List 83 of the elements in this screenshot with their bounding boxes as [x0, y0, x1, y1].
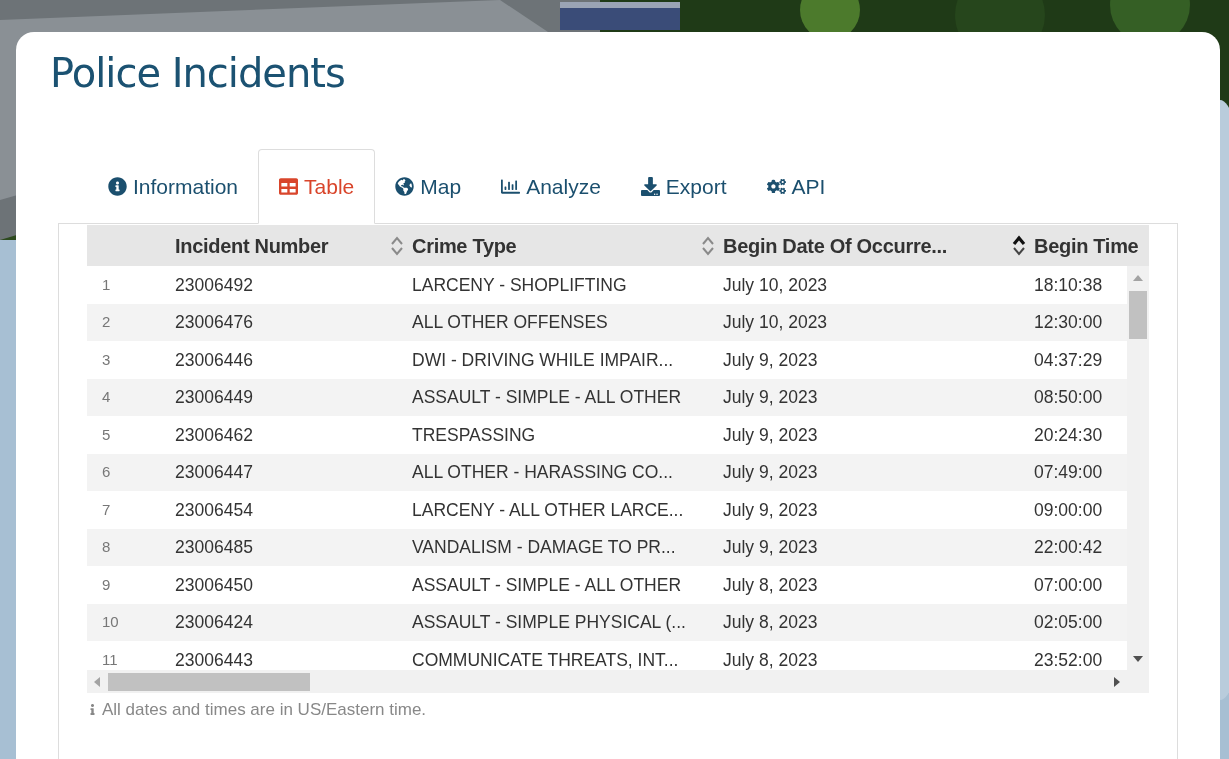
table-cell: 07:00:00	[1034, 574, 1103, 595]
scrollbar-thumb[interactable]	[1129, 291, 1147, 339]
table-cell: 23006443	[175, 649, 253, 670]
download-icon	[640, 177, 660, 196]
table-icon	[279, 177, 299, 196]
column-header[interactable]: Crime Type	[412, 230, 517, 261]
footnote: All dates and times are in US/Eastern time.	[102, 699, 427, 721]
table-cell: ALL OTHER OFFENSES	[412, 312, 608, 333]
table-cell: ASSAULT - SIMPLE PHYSICAL (...	[412, 612, 686, 633]
table-cell: 23006450	[175, 574, 253, 595]
row-number: 5	[102, 425, 111, 443]
table-cell: July 9, 2023	[723, 387, 818, 408]
table-cell: 23006449	[175, 387, 253, 408]
table-cell: 23006476	[175, 312, 253, 333]
scroll-left-icon[interactable]	[94, 676, 100, 687]
scroll-up-icon[interactable]	[1133, 275, 1143, 281]
row-number: 1	[102, 275, 111, 293]
tab[interactable]: Table	[258, 149, 376, 224]
table-cell: DWI - DRIVING WHILE IMPAIR...	[412, 349, 674, 370]
info-icon	[87, 704, 98, 716]
table-cell: July 9, 2023	[723, 424, 818, 445]
table-cell: 02:05:00	[1034, 612, 1103, 633]
row-number: 6	[102, 463, 111, 481]
table-cell: ALL OTHER - HARASSING CO...	[412, 462, 673, 483]
table-cell: COMMUNICATE THREATS, INT...	[412, 649, 679, 670]
tab[interactable]: Export	[620, 149, 747, 224]
table-cell: 23:52:00	[1034, 649, 1103, 670]
vertical-scrollbar[interactable]	[1127, 266, 1149, 670]
row-number: 11	[102, 650, 118, 668]
table-cell: 09:00:00	[1034, 499, 1103, 520]
bar-chart-icon	[501, 177, 521, 196]
table-cell: TRESPASSING	[412, 424, 536, 445]
table-cell: July 8, 2023	[723, 612, 818, 633]
table-cell: 23006447	[175, 462, 253, 483]
table-cell: 18:10:38	[1034, 274, 1103, 295]
table-cell: July 8, 2023	[723, 649, 818, 670]
gears-icon	[766, 177, 786, 196]
table-cell: 23006446	[175, 349, 253, 370]
info-icon	[108, 177, 127, 196]
table-cell: VANDALISM - DAMAGE TO PR...	[412, 537, 676, 558]
row-number: 4	[102, 388, 111, 406]
horizontal-scrollbar[interactable]	[87, 670, 1149, 693]
table-cell: July 9, 2023	[723, 462, 818, 483]
row-number: 8	[102, 538, 111, 556]
table-cell: July 9, 2023	[723, 349, 818, 370]
table-cell: 08:50:00	[1034, 387, 1103, 408]
globe-icon	[395, 177, 415, 196]
tab[interactable]: Map	[375, 149, 482, 224]
sort-icon[interactable]	[1012, 234, 1026, 257]
table-cell: July 9, 2023	[723, 499, 818, 520]
table-cell: 04:37:29	[1034, 349, 1103, 370]
row-number: 10	[102, 613, 119, 631]
table-cell: ASSAULT - SIMPLE - ALL OTHER	[412, 387, 682, 408]
table-cell: LARCENY - ALL OTHER LARCE...	[412, 499, 684, 520]
column-header[interactable]: Begin Date Of Occurre...	[723, 230, 947, 261]
tab[interactable]: API	[746, 149, 846, 224]
table-cell: 22:00:42	[1034, 537, 1103, 558]
row-number: 3	[102, 350, 111, 368]
column-header[interactable]: Begin Time	[1034, 230, 1139, 261]
tab[interactable]: Information	[88, 149, 259, 224]
tab[interactable]: Analyze	[481, 149, 621, 224]
table-cell: 23006454	[175, 499, 253, 520]
page-title: Police Incidents	[50, 49, 346, 98]
scroll-right-icon[interactable]	[1114, 676, 1120, 687]
table-cell: 12:30:00	[1034, 312, 1103, 333]
table-cell: 23006424	[175, 612, 253, 633]
table-cell: July 8, 2023	[723, 574, 818, 595]
row-number: 7	[102, 500, 111, 518]
table-cell: July 10, 2023	[723, 274, 828, 295]
row-number: 2	[102, 313, 111, 331]
table-cell: 20:24:30	[1034, 424, 1103, 445]
table-cell: 23006485	[175, 537, 253, 558]
column-header[interactable]: Incident Number	[175, 230, 329, 261]
table-cell: July 9, 2023	[723, 537, 818, 558]
table-cell: 23006462	[175, 424, 253, 445]
table-cell: 07:49:00	[1034, 462, 1103, 483]
table-cell: July 10, 2023	[723, 312, 828, 333]
table-cell: ASSAULT - SIMPLE - ALL OTHER	[412, 574, 682, 595]
scrollbar-thumb[interactable]	[108, 672, 310, 691]
row-number: 9	[102, 575, 111, 593]
table-cell: LARCENY - SHOPLIFTING	[412, 274, 627, 295]
table-cell: 23006492	[175, 274, 253, 295]
scroll-down-icon[interactable]	[1133, 656, 1143, 662]
